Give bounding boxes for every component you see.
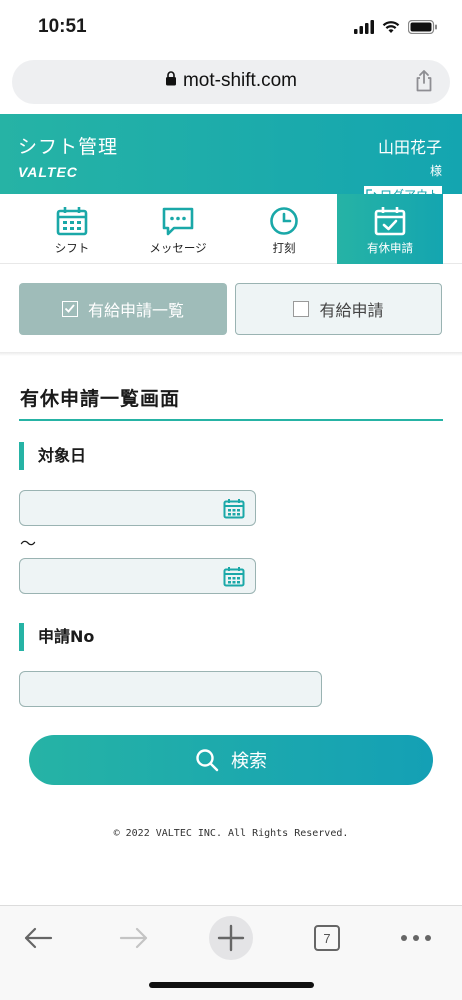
search-button-label: 検索 xyxy=(231,751,267,772)
search-button[interactable]: 検索 xyxy=(29,735,433,785)
nav-label-message: メッセージ xyxy=(149,241,207,255)
calendar-check-icon xyxy=(374,207,406,236)
unchecked-checkbox-icon xyxy=(293,301,310,317)
calendar-picker-icon[interactable] xyxy=(223,566,245,587)
tab-paid-leave-list[interactable]: 有給申請一覧 xyxy=(19,283,227,335)
user-honorific: 様 xyxy=(429,164,442,178)
clock-icon xyxy=(270,207,298,235)
status-icons xyxy=(354,20,438,34)
nav-item-punch-clock[interactable]: 打刻 xyxy=(231,194,337,264)
nav-label-paid-leave: 有休申請 xyxy=(367,241,413,255)
more-menu-button[interactable] xyxy=(394,916,438,960)
brand-logo: VALTEC xyxy=(18,164,78,180)
status-bar: 10:51 xyxy=(0,0,462,58)
more-dots-icon xyxy=(401,935,431,941)
checked-checkbox-icon xyxy=(61,301,78,317)
forward-arrow-icon xyxy=(119,927,148,949)
address-bar[interactable]: mot-shift.com xyxy=(12,60,450,104)
back-arrow-icon xyxy=(24,927,53,949)
nav-label-punch-clock: 打刻 xyxy=(272,241,296,255)
signal-icon xyxy=(354,20,374,34)
search-icon xyxy=(196,749,219,772)
application-no-label: 申請No xyxy=(19,623,94,651)
chat-icon xyxy=(162,207,194,236)
tab-count: 7 xyxy=(314,925,340,951)
tabs-button[interactable]: 7 xyxy=(305,916,349,960)
target-date-label: 対象日 xyxy=(19,442,86,470)
copyright: © 2022 VALTEC INC. All Rights Reserved. xyxy=(113,828,349,839)
nav-item-shift[interactable]: シフト xyxy=(19,194,125,264)
wifi-icon xyxy=(382,21,400,33)
nav-item-message[interactable]: メッセージ xyxy=(125,194,231,264)
tab-label-apply: 有給申請 xyxy=(319,301,384,320)
status-time: 10:51 xyxy=(38,16,87,37)
back-button[interactable] xyxy=(16,916,60,960)
battery-icon xyxy=(408,20,437,34)
new-tab-button[interactable] xyxy=(209,916,253,960)
forward-button[interactable] xyxy=(112,916,156,960)
plus-icon xyxy=(217,924,245,952)
main-nav: ログアウト シフト メッセージ 打刻 xyxy=(0,186,462,264)
nav-item-paid-leave[interactable]: 有休申請 xyxy=(337,194,443,264)
tab-paid-leave-apply[interactable]: 有給申請 xyxy=(235,283,442,335)
share-icon[interactable] xyxy=(414,69,434,93)
user-name: 山田花子 xyxy=(377,138,442,157)
home-indicator xyxy=(149,982,314,988)
title-underline xyxy=(19,419,443,421)
range-separator: ～ xyxy=(20,534,37,553)
nav-label-shift: シフト xyxy=(54,241,90,255)
lock-icon xyxy=(165,71,176,86)
divider xyxy=(0,352,462,356)
date-from-field[interactable] xyxy=(19,490,256,526)
tab-label-list: 有給申請一覧 xyxy=(87,301,184,320)
application-no-field[interactable] xyxy=(19,671,322,707)
page-title: 有休申請一覧画面 xyxy=(20,388,181,410)
date-to-field[interactable] xyxy=(19,558,256,594)
url-text: mot-shift.com xyxy=(182,70,298,91)
calendar-picker-icon[interactable] xyxy=(223,498,245,519)
calendar-icon xyxy=(56,207,88,236)
app-header: シフト管理 VALTEC 山田花子 様 xyxy=(0,114,462,194)
app-title: シフト管理 xyxy=(18,136,119,158)
